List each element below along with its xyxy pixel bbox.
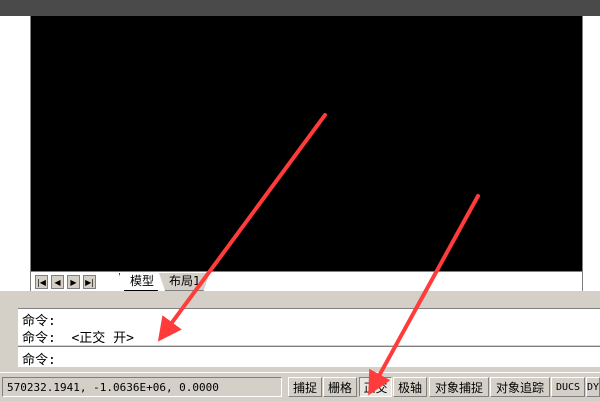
drawing-canvas[interactable] bbox=[31, 16, 582, 271]
status-bar: 570232.1941, -1.0636E+06, 0.0000 捕捉 栅格 正… bbox=[0, 372, 600, 401]
command-window: 命令: 命令: <正交 开> 命令: bbox=[0, 296, 600, 372]
polar-toggle[interactable]: 极轴 bbox=[393, 377, 427, 397]
ducs-toggle[interactable]: DUCS bbox=[551, 377, 585, 397]
title-bar bbox=[0, 0, 600, 16]
history-line: 命令: <正交 开> bbox=[22, 331, 134, 346]
osnap-toggle[interactable]: 对象捕捉 bbox=[429, 377, 489, 397]
ortho-toggle[interactable]: 正交 bbox=[359, 377, 392, 397]
snap-toggle[interactable]: 捕捉 bbox=[288, 377, 322, 397]
grid-toggle[interactable]: 栅格 bbox=[323, 377, 357, 397]
layout-tab-bar: |◀ ◀ ▶ ▶| 模型 布局1 bbox=[31, 271, 582, 292]
tab-model[interactable]: 模型 bbox=[119, 273, 164, 291]
command-prompt: 命令: bbox=[22, 353, 56, 368]
coordinate-readout[interactable]: 570232.1941, -1.0636E+06, 0.0000 bbox=[2, 377, 282, 397]
command-input[interactable]: 命令: bbox=[18, 346, 600, 368]
left-frame bbox=[0, 16, 31, 296]
dyn-toggle[interactable]: DY bbox=[586, 377, 600, 397]
command-history: 命令: 命令: <正交 开> bbox=[18, 308, 600, 346]
next-tab-button[interactable]: ▶ bbox=[67, 275, 80, 289]
right-frame bbox=[582, 16, 600, 296]
last-tab-button[interactable]: ▶| bbox=[83, 275, 96, 289]
tab-layout1[interactable]: 布局1 bbox=[159, 273, 210, 291]
otrack-toggle[interactable]: 对象追踪 bbox=[490, 377, 550, 397]
first-tab-button[interactable]: |◀ bbox=[35, 275, 48, 289]
prev-tab-button[interactable]: ◀ bbox=[51, 275, 64, 289]
